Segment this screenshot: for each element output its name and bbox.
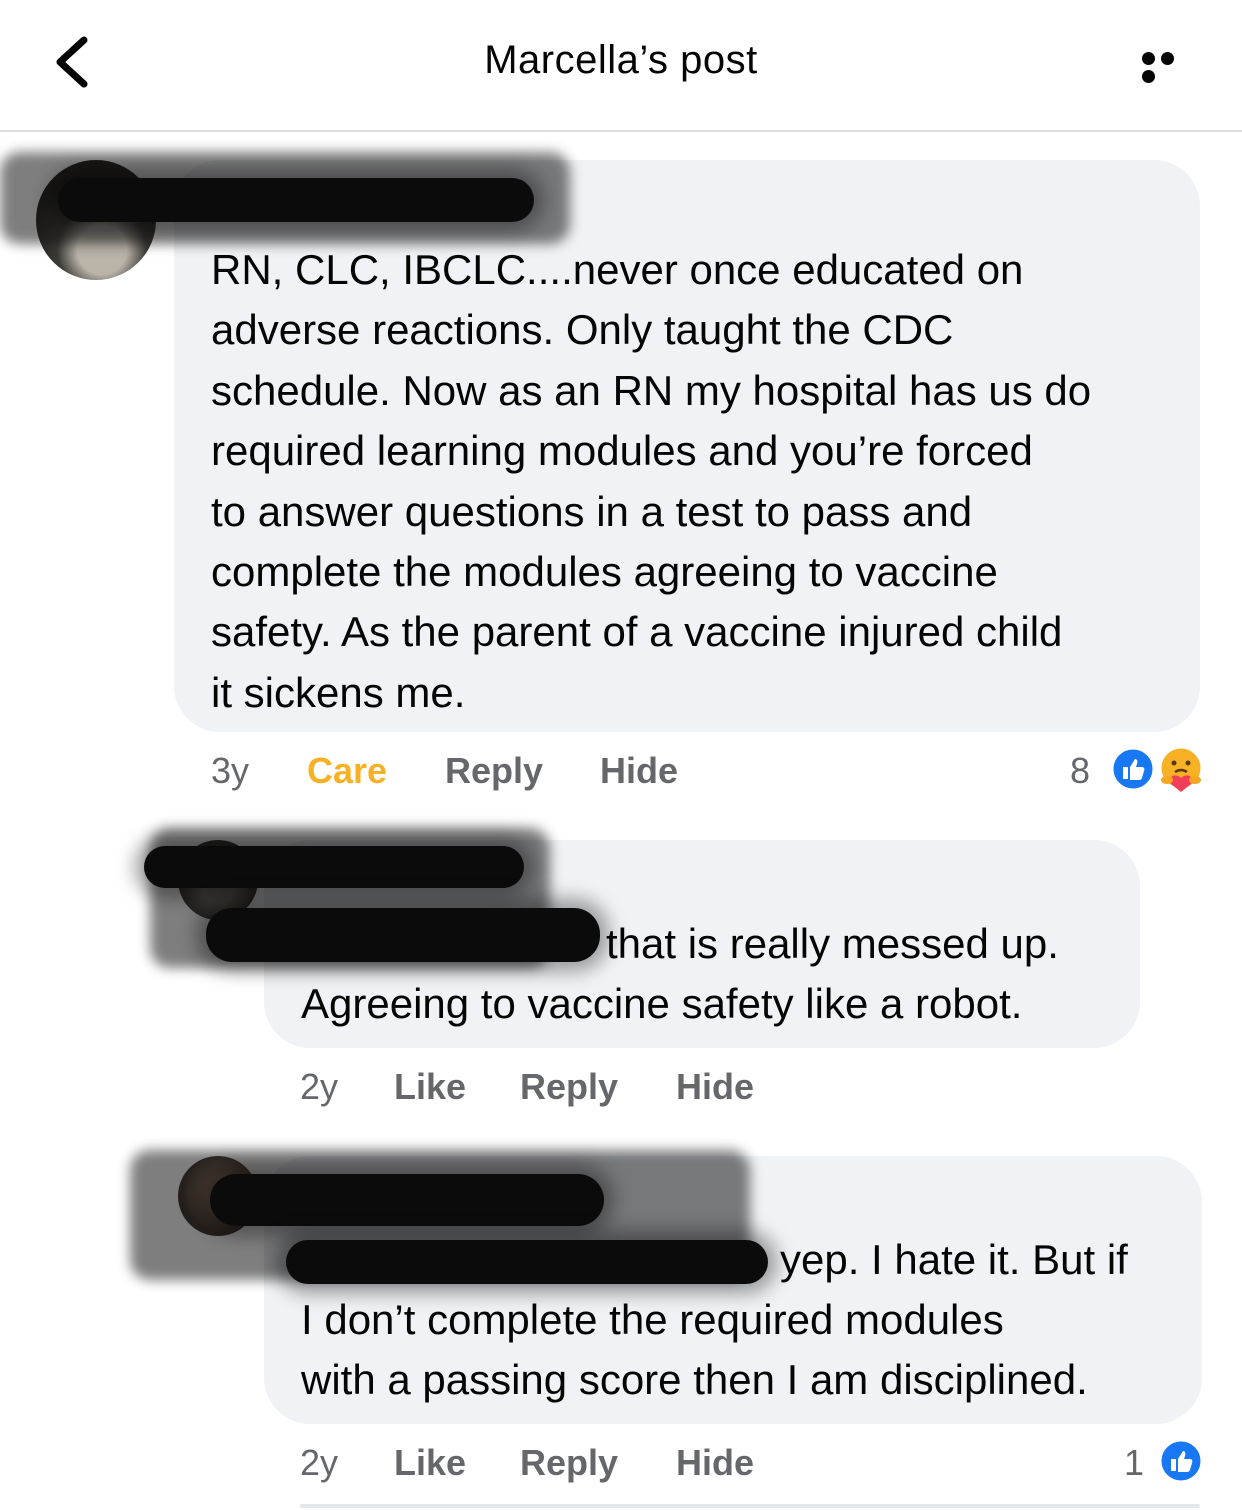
comment-text-line: schedule. Now as an RN my hospital has u… (211, 366, 1092, 414)
like-icon (1158, 1438, 1204, 1484)
comment-actions: 2y Like Reply Hide (0, 1066, 1242, 1116)
comment-text-line: with a passing score then I am disciplin… (301, 1356, 1088, 1404)
comment-text-line: yep. I hate it. But if (780, 1236, 1128, 1283)
post-header: Marcella’s post (0, 0, 1242, 132)
care-icon (1158, 745, 1204, 792)
comment-text-line: adverse reactions. Only taught the CDC (211, 306, 954, 354)
hide-button[interactable]: Hide (600, 750, 678, 792)
comment-bubble: RN, CLC, IBCLC....never once educated on… (174, 160, 1200, 732)
more-options-icon[interactable] (1142, 52, 1198, 83)
like-icon (1110, 746, 1156, 792)
redacted-mention (286, 1240, 768, 1284)
hide-button[interactable]: Hide (676, 1066, 754, 1108)
comment-text-line: I don’t complete the required modules (301, 1296, 1004, 1343)
comment-timestamp: 3y (211, 750, 250, 791)
comment-text-line: to answer questions in a test to pass an… (211, 487, 973, 535)
reply-button[interactable]: Reply (520, 1066, 618, 1108)
like-button[interactable]: Like (394, 1442, 466, 1484)
page-title: Marcella’s post (484, 38, 758, 82)
comment-actions: 2y Like Reply Hide (0, 1442, 1242, 1492)
care-reaction-button[interactable]: Care (307, 750, 387, 792)
hide-button[interactable]: Hide (676, 1442, 754, 1484)
divider (300, 1504, 1200, 1508)
reply-button[interactable]: Reply (520, 1442, 618, 1484)
comment-timestamp: 2y (300, 1442, 339, 1483)
comment-text-line: safety. As the parent of a vaccine injur… (211, 608, 1063, 656)
redacted-name (58, 178, 534, 222)
comment-timestamp: 2y (300, 1066, 339, 1107)
reply-button[interactable]: Reply (445, 750, 543, 792)
comment-text-line: that is really messed up. (606, 920, 1059, 967)
reaction-count[interactable]: 1 (1124, 1442, 1144, 1484)
comment-text-line: RN, CLC, IBCLC....never once educated on (211, 246, 1024, 293)
redacted-name (144, 846, 524, 888)
like-button[interactable]: Like (394, 1066, 466, 1108)
comment-actions: 3y Care Reply Hide (0, 750, 1242, 800)
reaction-count[interactable]: 8 (1070, 750, 1090, 792)
comment-text-line: it sickens me. (211, 668, 466, 716)
comment-text-line: required learning modules and you’re for… (211, 427, 1033, 475)
redacted-mention (206, 908, 600, 962)
comment-text-line: Agreeing to vaccine safety like a robot. (301, 980, 1023, 1027)
redacted-name (210, 1174, 604, 1226)
comment-text-line: complete the modules agreeing to vaccine (211, 548, 998, 596)
